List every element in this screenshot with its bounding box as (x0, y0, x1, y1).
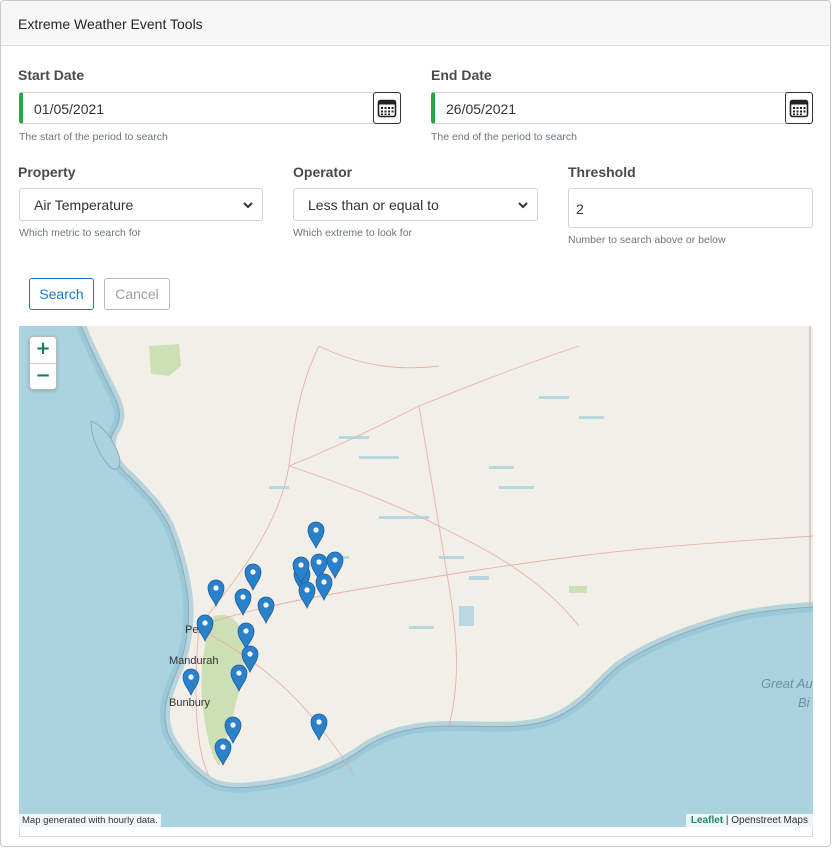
zoom-in-button[interactable]: + (30, 337, 56, 364)
start-date-value: 01/05/2021 (34, 101, 105, 117)
map-markers (182, 521, 344, 767)
map-marker-icon[interactable] (224, 716, 242, 745)
end-date-value: 26/05/2021 (446, 101, 517, 117)
chevron-down-icon (518, 202, 528, 209)
map-marker-icon[interactable] (257, 596, 275, 625)
panel-title: Extreme Weather Event Tools (18, 16, 203, 32)
start-date-help: The start of the period to search (19, 131, 168, 143)
end-date-label: End Date (431, 67, 492, 83)
openstreetmap-link[interactable]: Openstreet Maps (731, 815, 808, 826)
map-marker-icon[interactable] (214, 738, 232, 767)
property-value: Air Temperature (34, 197, 134, 213)
search-button[interactable]: Search (29, 278, 94, 310)
property-label: Property (18, 164, 76, 180)
operator-help: Which extreme to look for (293, 227, 413, 239)
map-marker-icon[interactable] (182, 668, 200, 697)
map-marker-icon[interactable] (196, 614, 214, 643)
end-date-help: The end of the period to search (431, 131, 577, 143)
map-marker-icon[interactable] (230, 664, 248, 693)
panel-header: Extreme Weather Event Tools (1, 1, 830, 46)
calendar-icon (789, 99, 809, 118)
operator-value: Less than or equal to (308, 197, 439, 213)
threshold-value: 2 (576, 201, 584, 217)
start-date-label: Start Date (18, 67, 85, 83)
threshold-label: Threshold (568, 164, 636, 180)
extreme-weather-panel: Extreme Weather Event Tools Start Date 0… (0, 0, 831, 847)
zoom-control: + − (29, 336, 57, 390)
operator-label: Operator (293, 164, 353, 180)
map-data-note: Map generated with hourly data. (19, 814, 161, 827)
map-marker-icon[interactable] (234, 588, 252, 617)
map-marker-icon[interactable] (207, 579, 225, 608)
property-help: Which metric to search for (19, 227, 141, 239)
end-date-field[interactable]: 26/05/2021 (431, 92, 813, 124)
map-marker-icon[interactable] (244, 563, 262, 592)
property-select[interactable]: Air Temperature (19, 188, 263, 221)
start-date-field[interactable]: 01/05/2021 (19, 92, 401, 124)
map-marker-icon[interactable] (326, 551, 344, 580)
map[interactable]: Perth Mandurah Bunbury Great Au Bi + − M… (19, 326, 813, 827)
chevron-down-icon (243, 202, 253, 209)
map-marker-icon[interactable] (310, 713, 328, 742)
cancel-button[interactable]: Cancel (104, 278, 170, 310)
map-marker-icon[interactable] (315, 573, 333, 602)
map-footer (19, 827, 813, 837)
calendar-icon (377, 99, 397, 118)
threshold-input[interactable]: 2 (568, 188, 813, 228)
map-marker-icon[interactable] (237, 622, 255, 651)
leaflet-link[interactable]: Leaflet (691, 815, 723, 826)
map-attribution: Leaflet | Openstreet Maps (685, 814, 813, 827)
start-date-calendar-button[interactable] (373, 92, 401, 124)
end-date-calendar-button[interactable] (785, 92, 813, 124)
map-marker-icon[interactable] (298, 581, 316, 610)
zoom-out-button[interactable]: − (30, 364, 56, 390)
operator-select[interactable]: Less than or equal to (293, 188, 538, 221)
map-marker-icon[interactable] (307, 521, 325, 550)
threshold-help: Number to search above or below (568, 234, 726, 246)
